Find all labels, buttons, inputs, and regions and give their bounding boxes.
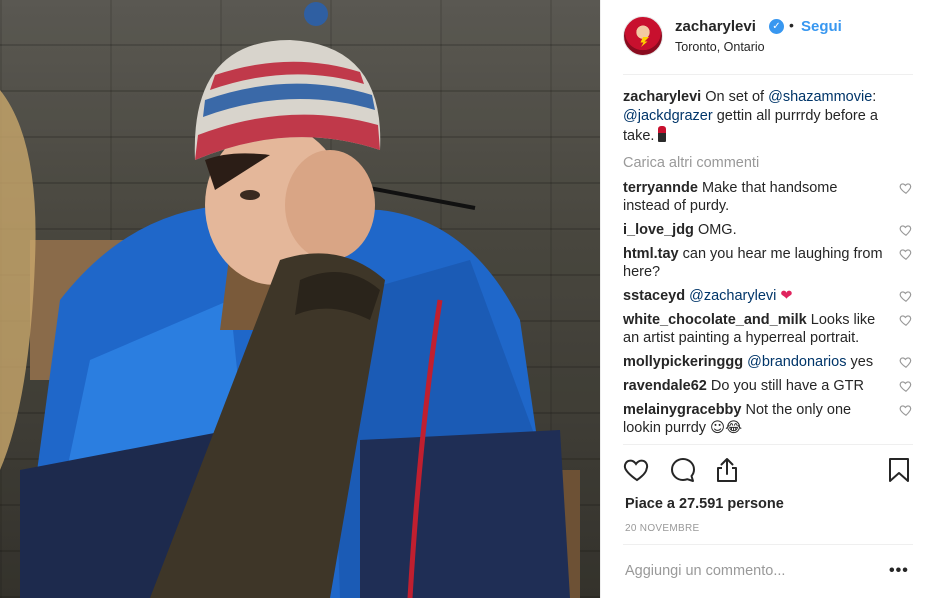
separator-dot: • [789,17,794,33]
comment-username[interactable]: white_chocolate_and_milk [623,312,807,328]
more-options-icon[interactable]: ••• [889,562,909,580]
post-photo[interactable] [0,0,600,598]
comment-item: i_love_jdg OMG. [623,221,913,239]
comment-text: Do you still have a GTR [710,378,864,394]
likes-count[interactable]: Piace a 27.591 persone [625,496,784,512]
comment-username[interactable]: sstaceyd [623,288,685,304]
smile-laugh-emoji-icon: ☺😂 [710,420,743,436]
like-comment-heart-icon[interactable] [899,223,913,237]
header-username[interactable]: zacharylevi [675,18,756,35]
like-comment-heart-icon[interactable] [899,181,913,195]
red-heart-emoji-icon: ❤ [780,288,793,304]
comment-item: white_chocolate_and_milk Looks like an a… [623,311,913,347]
comment-mention[interactable]: @zacharylevi [689,288,776,304]
header-divider [623,74,913,75]
actions-divider [623,444,913,445]
avatar[interactable] [623,16,663,56]
post-caption: zacharylevi On set of @shazammovie: @jac… [623,88,913,146]
caption-username[interactable]: zacharylevi [623,89,701,105]
comment-username[interactable]: html.tay [623,246,679,262]
comment-item: sstaceyd @zacharylevi ❤ [623,287,913,305]
caption-mention[interactable]: @shazammovie [768,89,872,105]
like-comment-heart-icon[interactable] [899,355,913,369]
like-comment-heart-icon[interactable] [899,247,913,261]
location-link[interactable]: Toronto, Ontario [675,40,765,54]
share-upload-icon[interactable] [713,456,741,484]
like-comment-heart-icon[interactable] [899,403,913,417]
comment-item: terryannde Make that handsome instead of… [623,179,913,215]
add-comment-input[interactable] [625,560,865,582]
like-comment-heart-icon[interactable] [899,379,913,393]
post-actions [623,456,913,486]
follow-button[interactable]: Segui [801,18,842,35]
comment-item: html.tay can you hear me laughing from h… [623,245,913,281]
comments-list[interactable]: zacharylevi On set of @shazammovie: @jac… [623,88,913,444]
like-heart-icon[interactable] [623,456,651,484]
comment-text: OMG. [697,222,737,238]
comment-mention[interactable]: @brandonarios [747,354,846,370]
comment-item: melainygracebby Not the only one lookin … [623,401,913,437]
caption-mention[interactable]: @jackdgrazer [623,108,713,124]
lipstick-emoji-icon [658,126,667,142]
comment-username[interactable]: i_love_jdg [623,222,694,238]
post-sidebar: zacharylevi ✓ • Segui Toronto, Ontario z… [600,0,934,598]
comment-text: yes [850,354,874,370]
verified-badge-icon: ✓ [769,19,784,34]
post-header: zacharylevi ✓ • Segui Toronto, Ontario [601,0,934,74]
comment-username[interactable]: ravendale62 [623,378,707,394]
comment-box-divider [623,544,913,545]
comment-bubble-icon[interactable] [669,456,697,484]
bookmark-save-icon[interactable] [885,456,913,484]
load-more-comments-button[interactable]: Carica altri commenti [623,154,913,173]
like-comment-heart-icon[interactable] [899,289,913,303]
caption-text: : [872,89,877,105]
comment-item: ravendale62 Do you still have a GTR [623,377,913,395]
post-date[interactable]: 20 NOVEMBRE [625,523,699,534]
like-comment-heart-icon[interactable] [899,313,913,327]
comment-username[interactable]: mollypickeringgg [623,354,743,370]
comment-username[interactable]: melainygracebby [623,402,741,418]
caption-text: On set of [705,89,765,105]
comment-item: mollypickeringgg @brandonarios yes [623,353,913,371]
photo-illustration [0,0,600,598]
comment-username[interactable]: terryannde [623,180,698,196]
